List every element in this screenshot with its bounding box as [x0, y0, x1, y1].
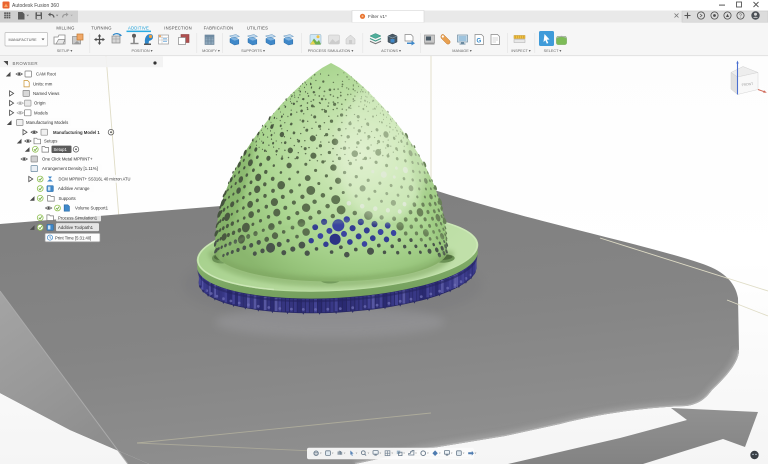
svg-text:Autodesk Fusion 360: Autodesk Fusion 360: [12, 3, 59, 9]
svg-text:ACTIONS ▾: ACTIONS ▾: [381, 49, 401, 53]
svg-text:Manufacturing Model 1: Manufacturing Model 1: [53, 130, 100, 135]
svg-text:SUPPORTS ▾: SUPPORTS ▾: [241, 49, 265, 53]
svg-text:MILLING: MILLING: [56, 25, 74, 30]
svg-text:One Click Metal MPRINT+: One Click Metal MPRINT+: [42, 157, 93, 162]
svg-text:Units: mm: Units: mm: [33, 81, 53, 86]
svg-text:FABRICATION: FABRICATION: [204, 25, 234, 30]
svg-text:TURNING: TURNING: [91, 25, 111, 30]
svg-text:MANUFACTURE: MANUFACTURE: [9, 38, 38, 42]
svg-text:Setup1: Setup1: [54, 147, 68, 152]
svg-text:INSPECT ▾: INSPECT ▾: [511, 49, 530, 53]
svg-text:CAM Root: CAM Root: [36, 72, 57, 77]
svg-text:Named Views: Named Views: [33, 91, 59, 96]
svg-text:Setups: Setups: [44, 139, 57, 144]
svg-text:INSPECTION: INSPECTION: [164, 25, 192, 30]
svg-text:Additive Arrange: Additive Arrange: [58, 186, 90, 191]
svg-text:Models: Models: [34, 110, 48, 115]
svg-text:?: ?: [739, 13, 742, 19]
svg-text:Manufacturing Models: Manufacturing Models: [26, 120, 68, 125]
svg-text:G: G: [477, 39, 482, 45]
svg-text:ADDITIVE: ADDITIVE: [128, 25, 149, 30]
svg-text:PROCESS SIMULATION ▾: PROCESS SIMULATION ▾: [308, 49, 354, 53]
svg-text:Arrangement Density [1.11%]: Arrangement Density [1.11%]: [42, 166, 98, 171]
svg-text:POSITION ▾: POSITION ▾: [131, 49, 152, 53]
svg-text:DCM MPRINT+ SS316L 40 micron A: DCM MPRINT+ SS316L 40 micron ATU: [59, 177, 131, 182]
svg-text:MANAGE ▾: MANAGE ▾: [452, 49, 472, 53]
svg-text:SETUP ▾: SETUP ▾: [57, 49, 73, 53]
svg-text:BROWSER: BROWSER: [13, 61, 39, 66]
svg-text:UTILITIES: UTILITIES: [247, 25, 268, 30]
svg-text:Print Time [5:31:40]: Print Time [5:31:40]: [55, 235, 91, 240]
svg-text:Process Simulation1: Process Simulation1: [58, 215, 98, 220]
svg-text:Additive Toolpath1: Additive Toolpath1: [58, 225, 94, 230]
svg-text:Volume Support1: Volume Support1: [75, 206, 109, 211]
svg-text:MODIFY ▾: MODIFY ▾: [202, 49, 220, 53]
svg-text:Supports: Supports: [59, 196, 76, 201]
svg-text:Filter v1*: Filter v1*: [368, 14, 387, 20]
svg-text:Origin: Origin: [34, 101, 46, 106]
svg-text:SELECT ▾: SELECT ▾: [544, 49, 562, 53]
